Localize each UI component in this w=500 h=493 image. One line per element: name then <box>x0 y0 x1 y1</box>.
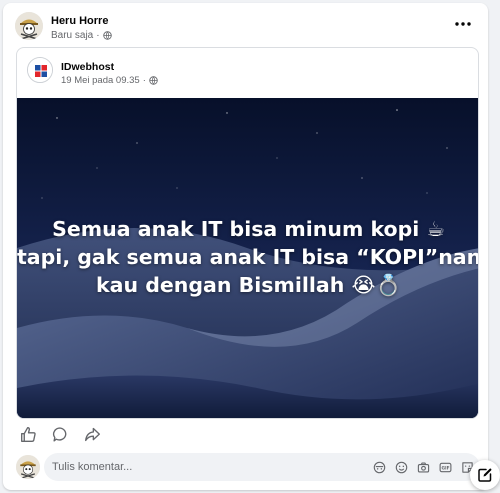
avatar-sticker-button[interactable] <box>372 460 386 474</box>
like-button[interactable] <box>19 425 37 443</box>
comment-composer: GIF <box>16 453 480 483</box>
author-name[interactable]: Heru Horre <box>51 15 108 27</box>
camera-button[interactable] <box>416 460 430 474</box>
comment-input[interactable] <box>52 453 332 481</box>
avatar-sticker-icon <box>373 461 385 473</box>
shared-post-meta: 19 Mei pada 09.35 · <box>61 75 158 86</box>
pirate-avatar-icon <box>15 12 43 40</box>
svg-text:GIF: GIF <box>441 465 449 471</box>
post-actions <box>19 425 101 445</box>
idwebhost-logo-icon <box>28 58 52 82</box>
shared-post-header: IDwebhost 19 Mei pada 09.35 · <box>27 56 468 88</box>
pirate-avatar-icon <box>16 455 40 479</box>
comment-tools: GIF <box>372 460 474 474</box>
comment-box: GIF <box>44 453 480 481</box>
author-avatar[interactable] <box>15 12 43 40</box>
globe-icon[interactable] <box>149 76 158 85</box>
post-card: Heru Horre Baru saja · IDwebhost 19 Mei … <box>3 3 488 490</box>
caption-line: tapi, gak semua anak IT bisa “KOPI”nang <box>17 245 479 269</box>
post-meta: Baru saja · <box>51 30 112 41</box>
new-message-button[interactable] <box>470 460 500 490</box>
post-header: Heru Horre Baru saja · <box>15 12 476 46</box>
share-icon <box>84 427 100 441</box>
caption-line: Semua anak IT bisa minum kopi ☕ <box>52 217 445 241</box>
emoji-icon <box>395 461 407 473</box>
compose-icon <box>478 468 492 482</box>
camera-icon <box>417 461 429 473</box>
shared-post[interactable]: IDwebhost 19 Mei pada 09.35 · Semua anak… <box>16 47 479 419</box>
commenter-avatar[interactable] <box>16 455 40 479</box>
comment-icon <box>52 426 66 442</box>
post-image[interactable]: Semua anak IT bisa minum kopi ☕ tapi, ga… <box>17 98 479 418</box>
like-icon <box>20 426 36 442</box>
share-button[interactable] <box>83 425 101 443</box>
more-horizontal-icon <box>455 22 471 26</box>
emoji-button[interactable] <box>394 460 408 474</box>
more-options-button[interactable] <box>450 14 476 34</box>
caption-line: kau dengan Bismillah 😭💍 <box>96 273 401 297</box>
post-time[interactable]: Baru saja <box>51 30 93 41</box>
gif-icon: GIF <box>439 462 451 472</box>
post-caption: Semua anak IT bisa minum kopi ☕ tapi, ga… <box>17 215 479 299</box>
comment-button[interactable] <box>51 425 69 443</box>
shared-post-date[interactable]: 19 Mei pada 09.35 <box>61 75 140 86</box>
globe-icon[interactable] <box>102 31 112 40</box>
page-logo[interactable] <box>27 57 53 83</box>
page-name[interactable]: IDwebhost <box>61 61 114 73</box>
gif-button[interactable]: GIF <box>438 460 452 474</box>
